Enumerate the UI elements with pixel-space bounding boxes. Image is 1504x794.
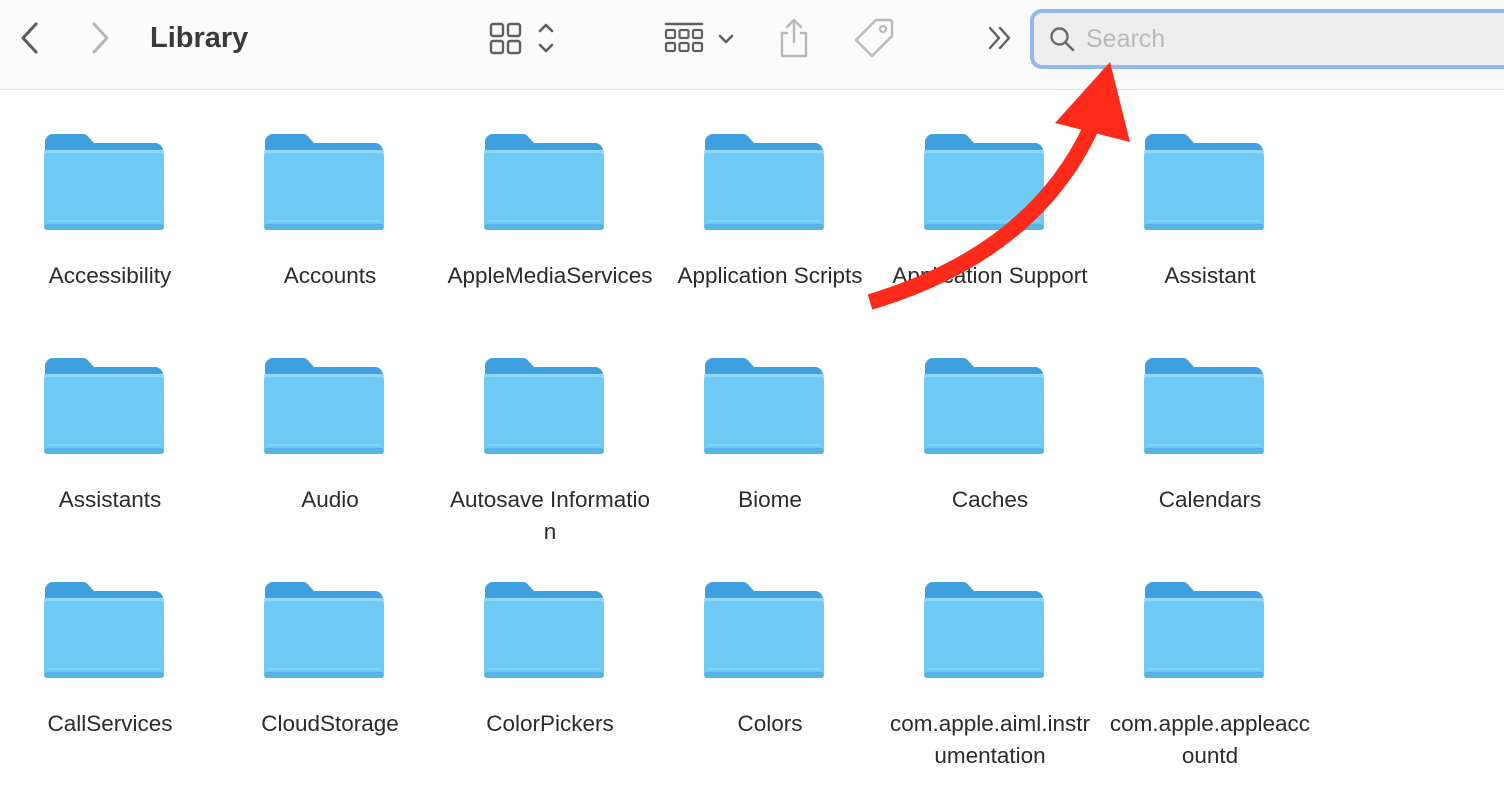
folder-icon	[1144, 581, 1264, 678]
chevron-left-icon	[21, 22, 38, 54]
folder-grid: Accessibility Accounts AppleMediaServices A…	[0, 92, 1504, 794]
folder-item[interactable]: Calendars	[1100, 316, 1320, 540]
folder-label: Calendars	[1158, 487, 1262, 512]
folder-item[interactable]: Assistants	[0, 316, 220, 540]
group-by-button[interactable]	[660, 16, 744, 60]
folder-item[interactable]: Colors	[660, 540, 880, 764]
tag-button[interactable]	[850, 14, 898, 62]
folder-label: com.apple.appleaccountd	[1109, 711, 1311, 768]
folder-icon	[704, 357, 824, 454]
folder-label: CallServices	[47, 711, 173, 736]
folder-icon	[704, 133, 824, 230]
folder-item[interactable]: Biome	[660, 316, 880, 540]
tag-icon	[854, 18, 894, 58]
window-title: Library	[150, 22, 249, 54]
folder-label: Assistant	[1164, 263, 1256, 288]
folder-icon	[704, 581, 824, 678]
folder-item[interactable]: Application Scripts	[660, 92, 880, 316]
folder-icon	[484, 357, 604, 454]
group-by-icon	[664, 22, 734, 53]
forward-button[interactable]	[80, 18, 120, 58]
folder-item[interactable]: AppleMediaServices	[440, 92, 660, 316]
folder-item[interactable]: com.apple.aiml.instrumentation	[880, 540, 1100, 768]
chevron-right-icon	[92, 22, 109, 54]
back-button[interactable]	[10, 18, 50, 58]
search-field[interactable]	[1030, 9, 1504, 69]
folder-icon	[44, 357, 164, 454]
folder-label: CloudStorage	[261, 711, 399, 736]
folder-label: ColorPickers	[486, 711, 614, 736]
double-chevron-right-icon	[988, 26, 1011, 50]
folder-item[interactable]: Accessibility	[0, 92, 220, 316]
folder-label: com.apple.aiml.instrumentation	[889, 711, 1091, 768]
folder-label: Colors	[737, 711, 803, 736]
folder-icon	[44, 133, 164, 230]
folder-label: Biome	[738, 487, 802, 512]
folder-label: Assistants	[58, 487, 162, 512]
folder-label: Autosave Information	[449, 487, 651, 544]
folder-icon	[264, 581, 384, 678]
folder-item[interactable]: Accounts	[220, 92, 440, 316]
folder-label: AppleMediaServices	[447, 263, 653, 288]
folder-icon	[264, 133, 384, 230]
folder-icon	[264, 357, 384, 454]
folder-icon	[1144, 133, 1264, 230]
folder-icon	[924, 357, 1044, 454]
folder-icon	[484, 581, 604, 678]
view-mode-button[interactable]	[484, 16, 564, 60]
folder-item[interactable]: CloudStorage	[220, 540, 440, 764]
search-input[interactable]	[1086, 24, 1466, 54]
folder-label: Caches	[951, 487, 1029, 512]
folder-item[interactable]: Assistant	[1100, 92, 1320, 316]
icon-grid-view-icon	[489, 22, 554, 55]
folder-label: Accessibility	[48, 263, 172, 288]
folder-icon	[924, 581, 1044, 678]
folder-item[interactable]: CallServices	[0, 540, 220, 764]
folder-item[interactable]: Audio	[220, 316, 440, 540]
toolbar: Library	[0, 0, 1504, 90]
folder-item[interactable]: Caches	[880, 316, 1100, 540]
folder-icon	[484, 133, 604, 230]
folder-label: Accounts	[283, 263, 377, 288]
folder-item[interactable]: Autosave Information	[440, 316, 660, 544]
folder-item[interactable]: Application Support	[880, 92, 1100, 316]
share-icon	[780, 18, 808, 58]
share-button[interactable]	[772, 14, 816, 62]
folder-item[interactable]: ColorPickers	[440, 540, 660, 764]
folder-icon	[44, 581, 164, 678]
folder-icon	[924, 133, 1044, 230]
folder-label: Audio	[301, 487, 359, 512]
folder-icon	[1144, 357, 1264, 454]
folder-label: Application Support	[892, 263, 1088, 288]
folder-label: Application Scripts	[677, 263, 863, 288]
folder-item[interactable]: com.apple.appleaccountd	[1100, 540, 1320, 768]
search-icon	[1046, 23, 1078, 55]
more-toolbar-items-button[interactable]	[980, 18, 1020, 58]
